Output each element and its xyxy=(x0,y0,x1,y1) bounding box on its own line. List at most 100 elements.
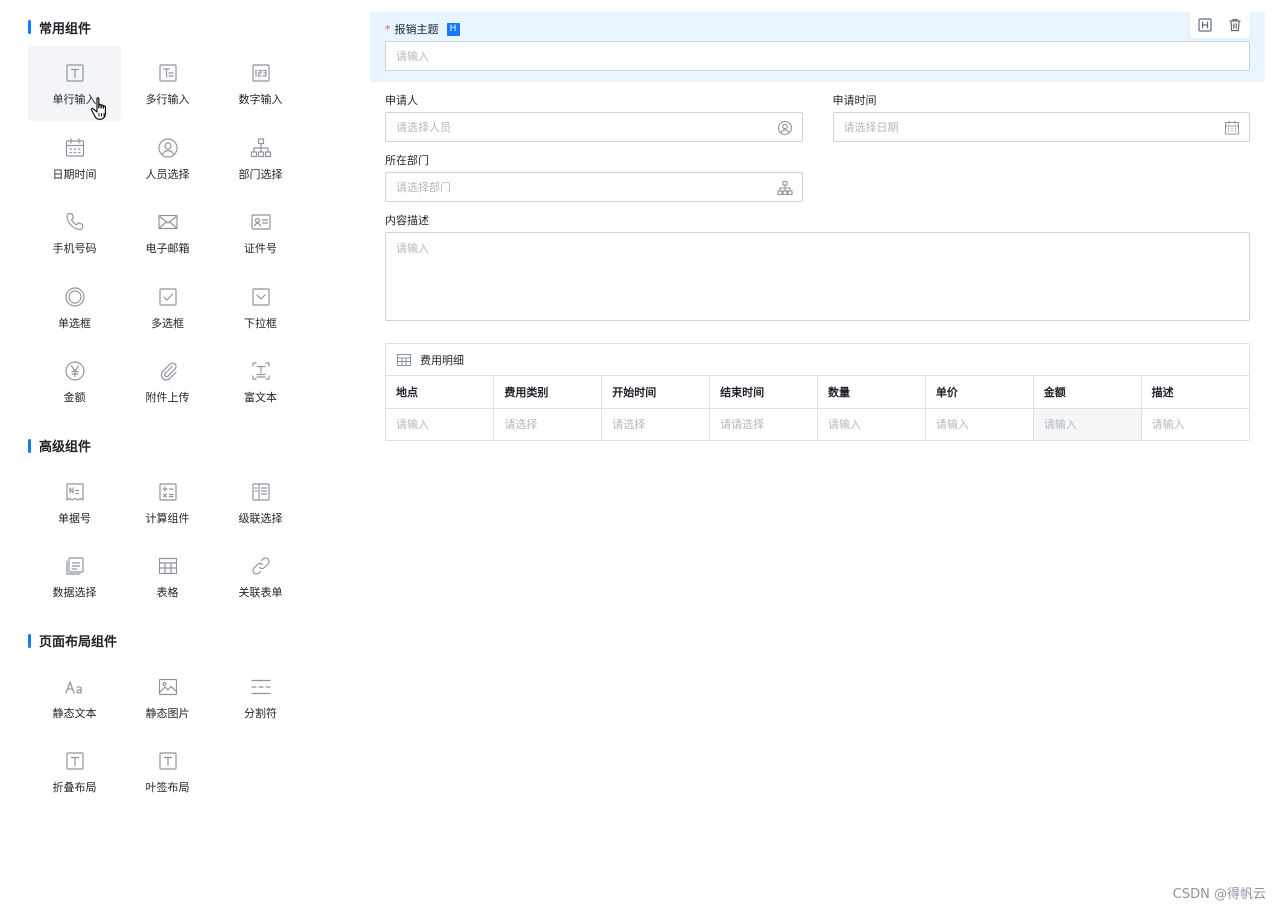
component-tile[interactable]: 单选框 xyxy=(28,270,121,345)
component-label: 数字输入 xyxy=(238,93,283,106)
applicant-input[interactable]: 请选择人员 xyxy=(385,112,803,142)
heading-icon[interactable] xyxy=(1197,17,1213,33)
component-tile[interactable]: 多行输入 xyxy=(121,46,214,121)
component-tile[interactable]: 证件号 xyxy=(214,195,307,270)
static-text-icon xyxy=(64,676,86,698)
collapse-layout-icon xyxy=(64,750,86,772)
multiline-input-icon xyxy=(157,62,179,84)
component-tile[interactable]: 级联选择 xyxy=(214,465,307,540)
column-header: 费用类别 xyxy=(493,376,603,409)
table-cell-input[interactable]: 请输入 xyxy=(1141,408,1249,440)
column-header: 结束时间 xyxy=(709,376,818,409)
heading-badge: H xyxy=(446,22,460,36)
cascade-icon xyxy=(250,481,272,503)
description-placeholder: 请输入 xyxy=(396,242,429,255)
component-label: 电子邮箱 xyxy=(145,242,190,255)
subject-label-row: * 报销主题 H xyxy=(385,20,1250,38)
number-input-icon xyxy=(250,62,272,84)
component-tile[interactable]: 多选框 xyxy=(121,270,214,345)
component-label: 附件上传 xyxy=(145,391,190,404)
common-components-grid: 单行输入多行输入 数字输入日期时间 人员选择 部门选择手机号码 电子邮箱 证件号单选框 多选… xyxy=(28,46,328,419)
subject-input[interactable]: 请输入 xyxy=(385,41,1250,71)
section-marker xyxy=(28,438,31,453)
component-tile[interactable]: 单行输入 xyxy=(28,46,121,121)
apply-time-input[interactable]: 请选择日期 xyxy=(832,112,1250,142)
component-tile[interactable]: 富文本 xyxy=(214,344,307,419)
component-tile[interactable]: 折叠布局 xyxy=(28,734,121,809)
component-tile[interactable]: 叶签布局 xyxy=(121,734,214,809)
hand-cursor-icon xyxy=(90,97,106,120)
subject-field-selected[interactable]: * 报销主题 H 请输入 xyxy=(370,12,1265,82)
calculator-icon xyxy=(157,481,179,503)
watermark: CSDN @得帆云 xyxy=(1172,887,1266,902)
component-label: 静态文本 xyxy=(52,706,97,720)
component-tile[interactable]: 数据选择 xyxy=(28,539,121,614)
section-advanced: 高级组件 xyxy=(28,435,328,457)
description-textarea[interactable]: 请输入 xyxy=(385,232,1250,321)
component-tile[interactable]: 部门选择 xyxy=(214,121,307,196)
component-tile[interactable]: 单据号 xyxy=(28,465,121,540)
section-common: 常用组件 xyxy=(28,16,328,38)
id-card-icon xyxy=(250,211,272,233)
component-label: 日期时间 xyxy=(52,167,97,181)
advanced-components-grid: 单据号 计算组件 级联选择数据选择 表格 关联表单 xyxy=(28,465,328,614)
table-cell-input[interactable]: 请选择 xyxy=(601,408,711,440)
section-title-layout: 页面布局组件 xyxy=(39,635,118,650)
table-cell-input[interactable]: 请输入 xyxy=(1033,408,1142,440)
image-icon xyxy=(157,676,179,698)
detail-header: 费用明细 xyxy=(386,344,1249,376)
component-tile[interactable]: 金额 xyxy=(28,344,121,419)
component-label: 下拉框 xyxy=(244,316,277,330)
component-tile[interactable]: 表格 xyxy=(121,539,214,614)
applicant-placeholder: 请选择人员 xyxy=(396,121,451,134)
component-label: 叶签布局 xyxy=(145,781,190,794)
section-marker xyxy=(28,633,31,648)
component-tile[interactable]: 电子邮箱 xyxy=(121,195,214,270)
expense-detail-table: 费用明细 地点 费用类别 开始时间 结束时间 数量 单价 金额 描述 请输入 请选择 请选择 请请选… xyxy=(385,343,1250,441)
table-cell-input[interactable]: 请请选择 xyxy=(709,408,818,440)
detail-grid: 地点 费用类别 开始时间 结束时间 数量 单价 金额 描述 请输入 请选择 请选择 请请选择 请输入请… xyxy=(386,376,1249,440)
applicant-row: 申请人 请选择人员 申请时间 请选择日期 xyxy=(370,91,1265,142)
description-field: 内容描述 请输入 xyxy=(370,211,1265,321)
component-label: 多行输入 xyxy=(145,93,190,106)
phone-icon xyxy=(64,211,86,233)
detail-header-row: 地点 费用类别 开始时间 结束时间 数量 单价 金额 描述 xyxy=(386,376,1249,409)
subject-placeholder: 请输入 xyxy=(396,50,429,63)
delete-icon[interactable] xyxy=(1227,17,1243,33)
component-tile[interactable]: 手机号码 xyxy=(28,195,121,270)
department-row: 所在部门 请选择部门 xyxy=(370,151,1265,202)
radio-icon xyxy=(64,286,86,308)
section-layout: 页面布局组件 xyxy=(28,630,328,652)
department-input[interactable]: 请选择部门 xyxy=(385,172,803,202)
department-label: 所在部门 xyxy=(385,154,429,167)
table-cell-input[interactable]: 请输入 xyxy=(386,408,495,440)
link-icon xyxy=(250,555,272,577)
description-label: 内容描述 xyxy=(385,214,429,227)
user-icon xyxy=(777,120,793,136)
apply-time-placeholder: 请选择日期 xyxy=(843,121,899,134)
component-tile[interactable]: 分割符 xyxy=(214,660,307,735)
serial-number-icon xyxy=(64,481,86,503)
component-label: 单据号 xyxy=(58,511,91,525)
required-mark: * xyxy=(385,22,391,36)
component-tile[interactable]: 静态图片 xyxy=(121,660,214,735)
component-label: 折叠布局 xyxy=(52,781,97,794)
component-tile[interactable]: 附件上传 xyxy=(121,344,214,419)
component-tile[interactable]: 计算组件 xyxy=(121,465,214,540)
table-cell-input[interactable]: 请选择 xyxy=(493,408,603,440)
component-label: 静态图片 xyxy=(145,706,190,720)
component-tile[interactable]: 日期时间 xyxy=(28,121,121,196)
org-tree-icon xyxy=(777,180,793,196)
table-icon xyxy=(157,555,179,577)
component-label: 金额 xyxy=(63,391,86,404)
table-cell-input[interactable]: 请输入 xyxy=(925,408,1034,440)
component-tile[interactable]: 下拉框 xyxy=(214,270,307,345)
table-cell-input[interactable]: 请输入 xyxy=(817,408,926,440)
component-tile[interactable]: 静态文本 xyxy=(28,660,121,735)
data-select-icon xyxy=(64,555,86,577)
section-marker xyxy=(28,20,31,34)
component-tile[interactable]: 人员选择 xyxy=(121,121,214,196)
component-tile[interactable]: 关联表单 xyxy=(214,539,307,614)
calendar-icon xyxy=(64,137,86,159)
component-tile[interactable]: 数字输入 xyxy=(214,46,307,121)
